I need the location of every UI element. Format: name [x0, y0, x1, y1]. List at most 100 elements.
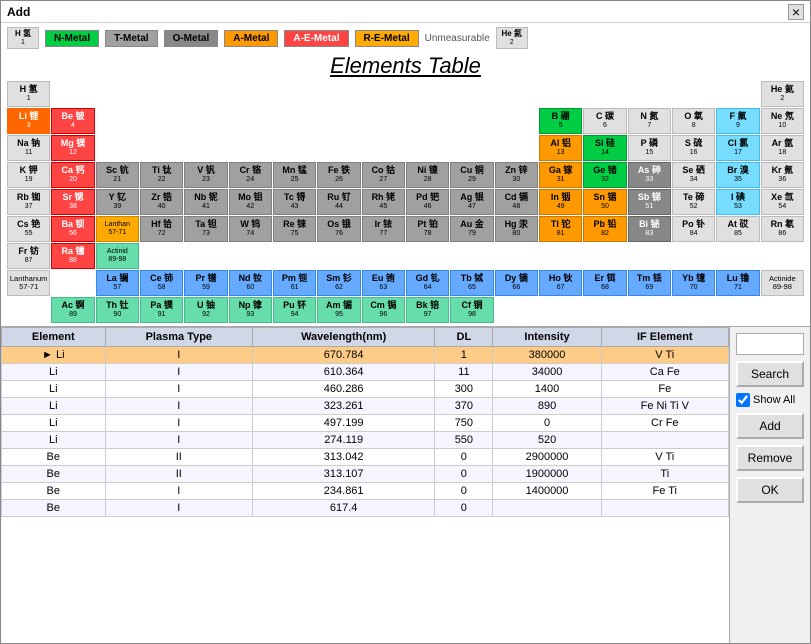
element-Eu[interactable]: Eu 铕63: [362, 270, 405, 296]
element-Cu[interactable]: Cu 铜29: [450, 162, 493, 188]
element-Bi[interactable]: Bi 铋83: [628, 216, 671, 242]
element-Pm[interactable]: Pm 钷61: [273, 270, 316, 296]
element-Re[interactable]: Re 铼75: [273, 216, 316, 242]
element-Rb[interactable]: Rb 铷37: [7, 189, 50, 215]
element-Br[interactable]: Br 溴35: [716, 162, 759, 188]
element-Au[interactable]: Au 金79: [450, 216, 493, 242]
show-all-checkbox[interactable]: [736, 393, 750, 407]
element-Nd[interactable]: Nd 钕60: [229, 270, 272, 296]
element-P[interactable]: P 磷15: [628, 135, 671, 161]
element-Pa[interactable]: Pa 镤91: [140, 297, 183, 323]
element-U[interactable]: U 铀92: [184, 297, 227, 323]
element-Mo[interactable]: Mo 钼42: [229, 189, 272, 215]
ok-button[interactable]: OK: [736, 477, 804, 503]
add-button[interactable]: Add: [736, 413, 804, 439]
element-K[interactable]: K 钾19: [7, 162, 50, 188]
element-Gd[interactable]: Gd 钆64: [406, 270, 449, 296]
element-O[interactable]: O 氧8: [672, 108, 715, 134]
element-Na[interactable]: Na 钠11: [7, 135, 50, 161]
element-La[interactable]: La 镧57: [96, 270, 139, 296]
element-Sr[interactable]: Sr 锶38: [51, 189, 94, 215]
close-button[interactable]: ×: [788, 4, 804, 20]
element-Lanthan[interactable]: Lanthan57-71: [96, 216, 139, 242]
element-Ra[interactable]: Ra 镭88: [51, 243, 94, 269]
element-Be[interactable]: Be 铍4: [51, 108, 94, 134]
element-Mn[interactable]: Mn 锰25: [273, 162, 316, 188]
element-Ne[interactable]: Ne 氖10: [761, 108, 804, 134]
element-Tm[interactable]: Tm 铥69: [628, 270, 671, 296]
element-Po[interactable]: Po 钋84: [672, 216, 715, 242]
table-row[interactable]: LiI323.261370890Fe Ni Ti V: [2, 398, 729, 415]
element-F[interactable]: F 氟9: [716, 108, 759, 134]
element-Ta[interactable]: Ta 钽73: [184, 216, 227, 242]
element-Ag[interactable]: Ag 银47: [450, 189, 493, 215]
element-Os[interactable]: Os 锇76: [317, 216, 360, 242]
element-Ce[interactable]: Ce 铈58: [140, 270, 183, 296]
element-Ti[interactable]: Ti 钛22: [140, 162, 183, 188]
element-Ac[interactable]: Ac 锕89: [51, 297, 94, 323]
element-At[interactable]: At 砹85: [716, 216, 759, 242]
element-Actinid[interactable]: Actinid89-98: [96, 243, 139, 269]
element-Ar[interactable]: Ar 氩18: [761, 135, 804, 161]
element-Th[interactable]: Th 钍90: [96, 297, 139, 323]
element-Dy[interactable]: Dy 镝66: [495, 270, 538, 296]
element-Ir[interactable]: Ir 铱77: [362, 216, 405, 242]
element-In[interactable]: In 铟49: [539, 189, 582, 215]
element-Tb[interactable]: Tb 铽65: [450, 270, 493, 296]
element-Np[interactable]: Np 镎93: [229, 297, 272, 323]
table-row[interactable]: LiI610.3641134000Ca Fe: [2, 364, 729, 381]
element-W[interactable]: W 钨74: [229, 216, 272, 242]
element-S[interactable]: S 硫16: [672, 135, 715, 161]
element-Ba[interactable]: Ba 钡56: [51, 216, 94, 242]
element-Am[interactable]: Am 镅95: [317, 297, 360, 323]
element-Ru[interactable]: Ru 钌44: [317, 189, 360, 215]
element-Sm[interactable]: Sm 钐62: [317, 270, 360, 296]
element-He[interactable]: He 氦2: [761, 81, 804, 107]
element-Cd[interactable]: Cd 镉48: [495, 189, 538, 215]
element-Nb[interactable]: Nb 铌41: [184, 189, 227, 215]
element-Sb[interactable]: Sb 锑51: [628, 189, 671, 215]
element-Ge[interactable]: Ge 锗32: [583, 162, 626, 188]
element-H[interactable]: H 氢1: [7, 81, 50, 107]
element-Ni[interactable]: Ni 镍28: [406, 162, 449, 188]
search-button[interactable]: Search: [736, 361, 804, 387]
element-Ca[interactable]: Ca 钙20: [51, 162, 94, 188]
element-Kr[interactable]: Kr 氪36: [761, 162, 804, 188]
element-Cl[interactable]: Cl 氯17: [716, 135, 759, 161]
element-Fe[interactable]: Fe 铁26: [317, 162, 360, 188]
element-Bk[interactable]: Bk 锫97: [406, 297, 449, 323]
element-V[interactable]: V 钒23: [184, 162, 227, 188]
table-row[interactable]: ► LiI670.7841380000V Ti: [2, 347, 729, 364]
element-B[interactable]: B 硼5: [539, 108, 582, 134]
data-table-container[interactable]: Element Plasma Type Wavelength(nm) DL In…: [1, 327, 730, 643]
table-row[interactable]: BeII313.04202900000V Ti: [2, 449, 729, 466]
element-Er[interactable]: Er 铒68: [583, 270, 626, 296]
element-Yb[interactable]: Yb 镱70: [672, 270, 715, 296]
element-Co[interactable]: Co 钴27: [362, 162, 405, 188]
table-row[interactable]: BeI234.86101400000Fe Ti: [2, 483, 729, 500]
element-Fr[interactable]: Fr 钫87: [7, 243, 50, 269]
element-Rh[interactable]: Rh 铑45: [362, 189, 405, 215]
element-N[interactable]: N 氮7: [628, 108, 671, 134]
search-input[interactable]: [736, 333, 804, 355]
element-Sc[interactable]: Sc 钪21: [96, 162, 139, 188]
element-Y[interactable]: Y 钇39: [96, 189, 139, 215]
element-Cr[interactable]: Cr 铬24: [229, 162, 272, 188]
element-Hf[interactable]: Hf 铪72: [140, 216, 183, 242]
element-Cf[interactable]: Cf 锎98: [450, 297, 493, 323]
element-Cm[interactable]: Cm 锔96: [362, 297, 405, 323]
element-Se[interactable]: Se 硒34: [672, 162, 715, 188]
element-Cs[interactable]: Cs 铯55: [7, 216, 50, 242]
element-Mg[interactable]: Mg 镁12: [51, 135, 94, 161]
element-Te[interactable]: Te 碲52: [672, 189, 715, 215]
table-row[interactable]: LiI460.2863001400Fe: [2, 381, 729, 398]
element-Pr[interactable]: Pr 镨59: [184, 270, 227, 296]
element-Pt[interactable]: Pt 铂78: [406, 216, 449, 242]
table-row[interactable]: BeII313.10701900000Ti: [2, 466, 729, 483]
element-Sn[interactable]: Sn 锡50: [583, 189, 626, 215]
remove-button[interactable]: Remove: [736, 445, 804, 471]
element-I[interactable]: I 碘53: [716, 189, 759, 215]
element-Rn[interactable]: Rn 氡86: [761, 216, 804, 242]
element-Zr[interactable]: Zr 锆40: [140, 189, 183, 215]
element-Si[interactable]: Si 硅14: [583, 135, 626, 161]
